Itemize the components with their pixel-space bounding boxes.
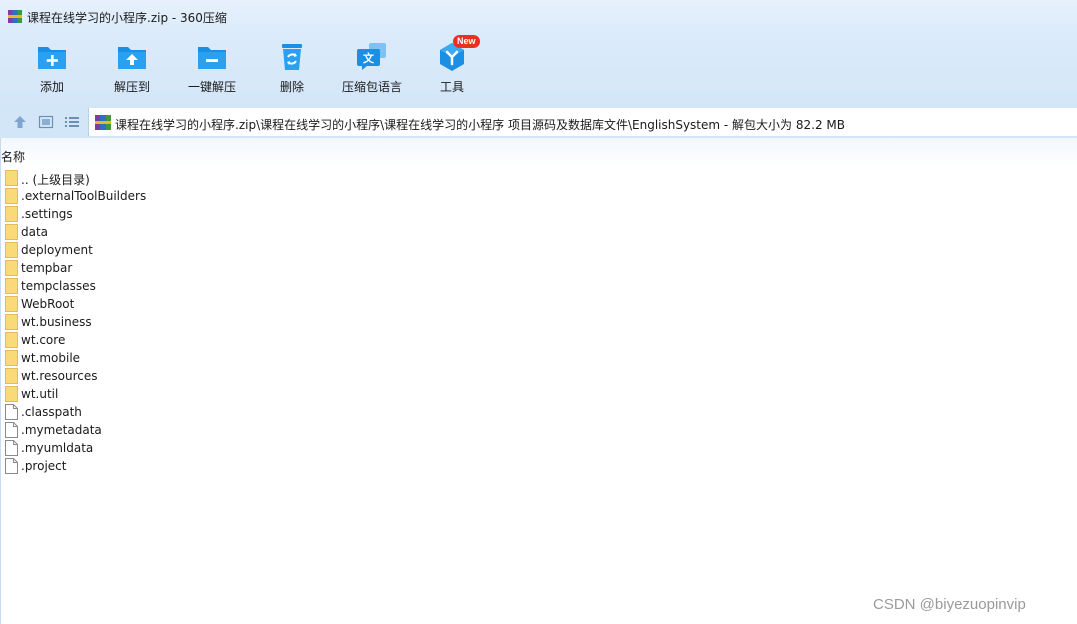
folder-row[interactable]: deployment <box>0 241 700 259</box>
folder-row[interactable]: data <box>0 223 700 241</box>
item-name: .classpath <box>21 405 82 419</box>
folder-row[interactable]: wt.core <box>0 331 700 349</box>
folder-icon <box>5 332 18 348</box>
extract-to-button[interactable]: 解压到 <box>92 39 172 101</box>
file-list: .. (上级目录) .externalToolBuilders .settings d… <box>0 169 700 475</box>
folder-icon <box>5 188 18 204</box>
item-name: .settings <box>21 207 73 221</box>
folder-row[interactable]: wt.resources <box>0 367 700 385</box>
folder-icon <box>5 170 18 186</box>
item-name: wt.mobile <box>21 351 81 365</box>
extract-to-label: 解压到 <box>113 80 150 94</box>
item-name: .. (上级目录) <box>21 173 90 187</box>
path-text: 课程在线学习的小程序.zip\课程在线学习的小程序\课程在线学习的小程序 项目源… <box>115 118 845 132</box>
folder-row[interactable]: tempclasses <box>0 277 700 295</box>
item-name: .externalToolBuilders <box>21 189 147 203</box>
recycle-bin-icon <box>282 44 302 70</box>
folder-icon <box>5 386 18 402</box>
add-button-label: 添加 <box>39 80 64 94</box>
item-name: wt.core <box>21 333 66 347</box>
folder-row[interactable]: wt.util <box>0 385 700 403</box>
folder-row[interactable]: WebRoot <box>0 295 700 313</box>
item-name: .project <box>21 459 67 473</box>
folder-icon <box>5 206 18 222</box>
item-name: WebRoot <box>21 297 75 311</box>
tools-button[interactable]: New 工具 <box>412 35 492 101</box>
file-icon <box>5 422 18 438</box>
svg-text:文: 文 <box>363 51 375 65</box>
watermark: CSDN @biyezuopinvip <box>873 596 1026 613</box>
folder-row[interactable]: .settings <box>0 205 700 223</box>
folder-row[interactable]: wt.mobile <box>0 349 700 367</box>
folder-icon <box>5 314 18 330</box>
window-title: 课程在线学习的小程序.zip - 360压缩 <box>27 11 227 25</box>
up-arrow-icon[interactable] <box>12 114 28 130</box>
item-name: .myumldata <box>21 441 94 455</box>
column-name-header[interactable]: 名称 <box>1 148 25 165</box>
item-name: wt.business <box>21 315 92 329</box>
delete-label: 删除 <box>279 80 304 94</box>
folder-icon <box>5 224 18 240</box>
file-row[interactable]: .mymetadata <box>0 421 700 439</box>
folder-icon <box>5 350 18 366</box>
folder-icon <box>5 368 18 384</box>
item-name: deployment <box>21 243 93 257</box>
one-click-extract-label: 一键解压 <box>187 80 236 94</box>
add-folder-icon <box>38 47 66 69</box>
list-view-icon[interactable] <box>64 114 80 130</box>
file-icon <box>5 404 18 420</box>
item-name: wt.resources <box>21 369 98 383</box>
folder-row[interactable]: .externalToolBuilders <box>0 187 700 205</box>
zip-archive-icon <box>95 115 111 130</box>
file-row[interactable]: .project <box>0 457 700 475</box>
folder-row[interactable]: wt.business <box>0 313 700 331</box>
file-row[interactable]: .classpath <box>0 403 700 421</box>
item-name: .mymetadata <box>21 423 102 437</box>
archive-language-icon: 文 <box>357 43 386 70</box>
folder-icon <box>5 296 18 312</box>
item-name: data <box>21 225 49 239</box>
main-toolbar: 添加 解压到 一键解压 删除 文 压缩包语言 New 工具 <box>0 34 1077 106</box>
new-badge: New <box>453 35 480 48</box>
address-bar: 课程在线学习的小程序.zip\课程在线学习的小程序\课程在线学习的小程序 项目源… <box>0 106 1077 138</box>
file-icon <box>5 440 18 456</box>
item-name: tempclasses <box>21 279 96 293</box>
extract-to-icon <box>118 47 146 69</box>
item-name: tempbar <box>21 261 73 275</box>
archive-language-label: 压缩包语言 <box>341 80 402 94</box>
folder-icon <box>5 260 18 276</box>
tools-label: 工具 <box>439 80 464 94</box>
winrar-archive-icon <box>8 10 22 23</box>
item-name: wt.util <box>21 387 59 401</box>
folder-row[interactable]: .. (上级目录) <box>0 169 700 187</box>
column-header: 名称 <box>0 138 1077 168</box>
one-click-extract-button[interactable]: 一键解压 <box>172 39 252 101</box>
delete-button[interactable]: 删除 <box>252 39 332 101</box>
file-row[interactable]: .myumldata <box>0 439 700 457</box>
folder-row[interactable]: tempbar <box>0 259 700 277</box>
archive-language-button[interactable]: 文 压缩包语言 <box>332 39 412 101</box>
path-field[interactable]: 课程在线学习的小程序.zip\课程在线学习的小程序\课程在线学习的小程序 项目源… <box>88 108 1077 136</box>
folder-icon <box>5 242 18 258</box>
thumbnail-view-icon[interactable] <box>38 114 54 130</box>
folder-icon <box>5 278 18 294</box>
add-button[interactable]: 添加 <box>12 39 92 101</box>
one-click-extract-icon <box>198 47 226 69</box>
file-icon <box>5 458 18 474</box>
title-bar: 课程在线学习的小程序.zip - 360压缩 <box>0 0 1077 34</box>
